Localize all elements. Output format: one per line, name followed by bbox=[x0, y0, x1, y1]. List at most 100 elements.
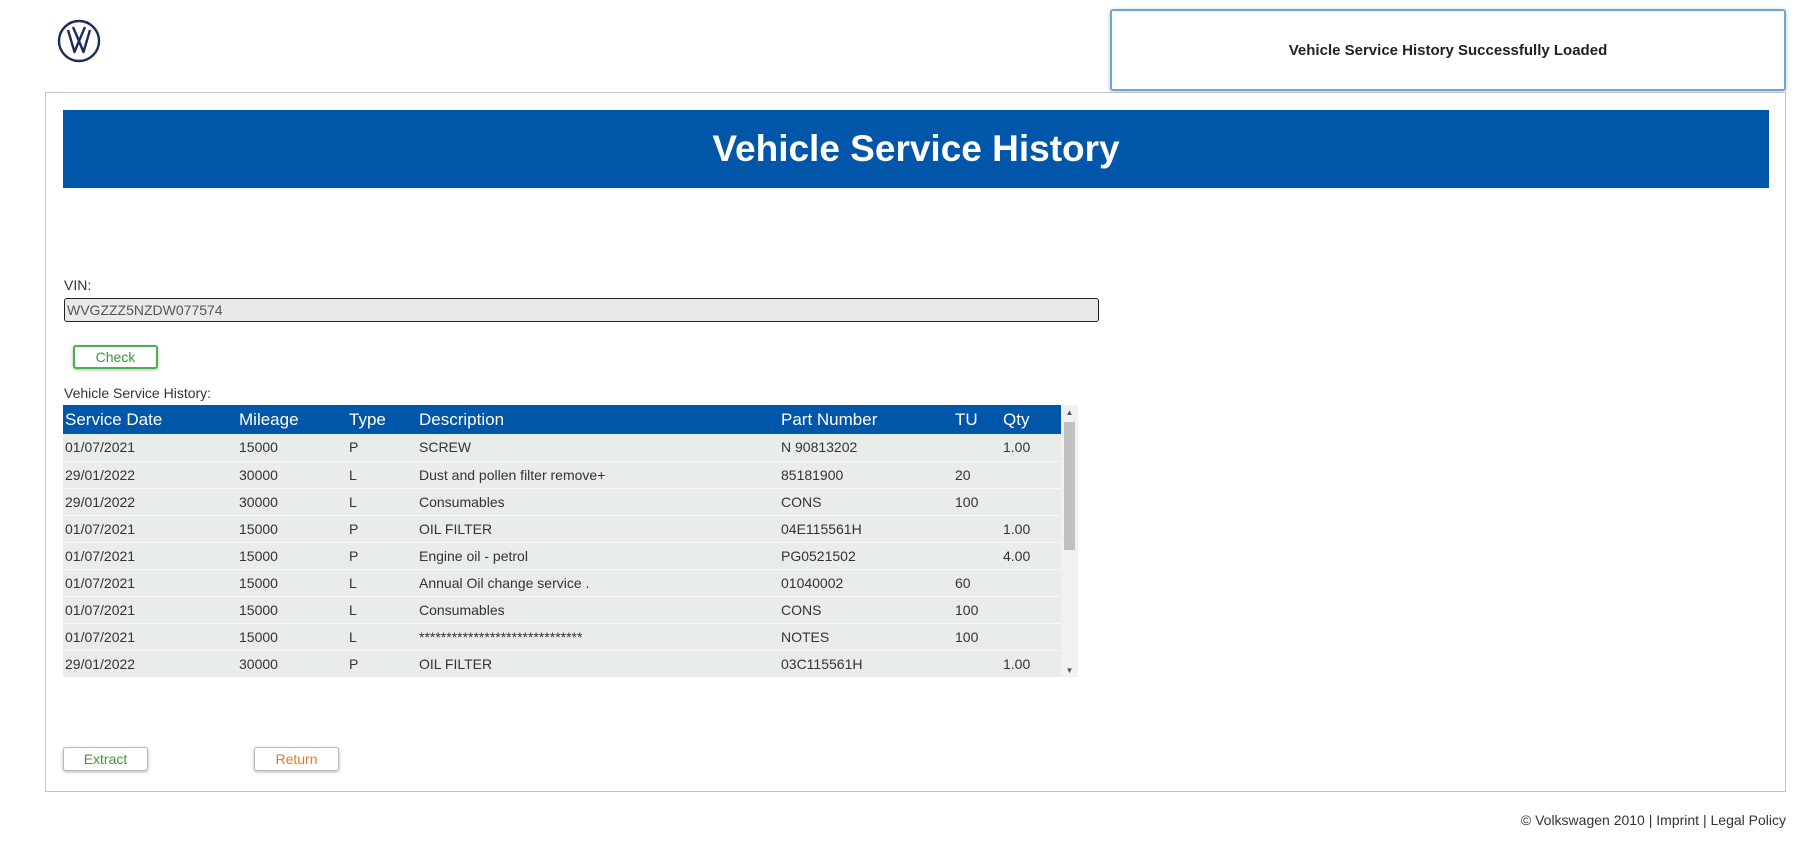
cell-description: Engine oil - petrol bbox=[419, 547, 528, 564]
cell-service-date: 29/01/2022 bbox=[65, 655, 136, 672]
extract-button[interactable]: Extract bbox=[63, 747, 148, 771]
vw-logo-icon[interactable] bbox=[57, 19, 101, 63]
table-row[interactable]: 29/01/2022 30000 L Consumables CONS 100 bbox=[63, 488, 1061, 515]
table-row[interactable]: 01/07/2021 15000 L *********************… bbox=[63, 623, 1061, 650]
imprint-link[interactable]: Imprint bbox=[1656, 812, 1699, 828]
cell-tu bbox=[953, 542, 1001, 569]
cell-type: P bbox=[349, 439, 359, 456]
cell-service-date: 01/07/2021 bbox=[65, 574, 136, 591]
success-notification: Vehicle Service History Successfully Loa… bbox=[1110, 9, 1786, 91]
cell-part-number: CONS bbox=[781, 601, 822, 618]
cell-part-number: 03C115561H bbox=[781, 655, 863, 672]
scroll-up-arrow-icon[interactable]: ▲ bbox=[1061, 405, 1078, 419]
cell-part-number: NOTES bbox=[781, 628, 830, 645]
table-row[interactable]: 01/07/2021 15000 P SCREW N 90813202 1.00 bbox=[63, 434, 1061, 461]
column-header-qty[interactable]: Qty bbox=[1001, 405, 1061, 434]
table-row[interactable]: 01/07/2021 15000 P OIL FILTER 04E115561H… bbox=[63, 515, 1061, 542]
cell-service-date: 01/07/2021 bbox=[65, 628, 136, 645]
cell-tu: 100 bbox=[955, 493, 979, 510]
cell-qty bbox=[1001, 569, 1061, 596]
cell-qty bbox=[1001, 623, 1061, 650]
footer: © Volkswagen 2010 | Imprint | Legal Poli… bbox=[1521, 812, 1786, 828]
cell-tu bbox=[953, 434, 1001, 461]
notification-message: Vehicle Service History Successfully Loa… bbox=[1288, 41, 1608, 59]
cell-qty: 4.00 bbox=[1003, 547, 1031, 564]
table-row[interactable]: 01/07/2021 15000 P Engine oil - petrol P… bbox=[63, 542, 1061, 569]
cell-tu: 60 bbox=[955, 574, 971, 591]
cell-qty: 1.00 bbox=[1003, 439, 1031, 456]
cell-type: P bbox=[349, 655, 359, 672]
cell-type: P bbox=[349, 547, 359, 564]
cell-description: Consumables bbox=[419, 601, 505, 618]
cell-qty bbox=[1001, 461, 1061, 488]
cell-tu: 100 bbox=[955, 601, 979, 618]
cell-type: L bbox=[349, 628, 357, 645]
cell-qty: 1.00 bbox=[1003, 520, 1031, 537]
scroll-down-arrow-icon[interactable]: ▼ bbox=[1061, 663, 1078, 677]
service-history-label: Vehicle Service History: bbox=[64, 385, 212, 401]
cell-service-date: 01/07/2021 bbox=[65, 439, 136, 456]
cell-tu bbox=[953, 650, 1001, 677]
cell-part-number: 04E115561H bbox=[781, 520, 862, 537]
cell-mileage: 15000 bbox=[239, 520, 278, 537]
legal-policy-link[interactable]: Legal Policy bbox=[1711, 812, 1787, 828]
column-header-part-number[interactable]: Part Number bbox=[779, 405, 953, 434]
cell-description: Annual Oil change service . bbox=[419, 574, 590, 591]
cell-mileage: 30000 bbox=[239, 493, 278, 510]
column-header-description[interactable]: Description bbox=[417, 405, 779, 434]
cell-mileage: 15000 bbox=[239, 601, 278, 618]
cell-mileage: 15000 bbox=[239, 628, 278, 645]
cell-description: Consumables bbox=[419, 493, 505, 510]
cell-part-number: N 90813202 bbox=[781, 439, 858, 456]
column-header-type[interactable]: Type bbox=[347, 405, 417, 434]
service-history-table-container[interactable]: Service Date Mileage Type Description Pa… bbox=[63, 405, 1078, 677]
table-row[interactable]: 01/07/2021 15000 L Consumables CONS 100 bbox=[63, 596, 1061, 623]
cell-mileage: 15000 bbox=[239, 547, 278, 564]
cell-type: L bbox=[349, 466, 357, 483]
cell-service-date: 01/07/2021 bbox=[65, 547, 136, 564]
cell-description: Dust and pollen filter remove+ bbox=[419, 466, 606, 483]
service-history-table: Service Date Mileage Type Description Pa… bbox=[63, 405, 1061, 677]
cell-qty bbox=[1001, 596, 1061, 623]
cell-service-date: 29/01/2022 bbox=[65, 466, 136, 483]
return-button[interactable]: Return bbox=[254, 747, 339, 771]
cell-mileage: 15000 bbox=[239, 439, 278, 456]
scrollbar-thumb[interactable] bbox=[1064, 422, 1075, 550]
page-title-banner: Vehicle Service History bbox=[63, 110, 1769, 188]
cell-type: L bbox=[349, 493, 357, 510]
cell-service-date: 29/01/2022 bbox=[65, 493, 136, 510]
check-button[interactable]: Check bbox=[73, 345, 158, 369]
cell-type: P bbox=[349, 520, 359, 537]
cell-part-number: CONS bbox=[781, 493, 822, 510]
cell-type: L bbox=[349, 601, 357, 618]
cell-part-number: 01040002 bbox=[781, 574, 844, 591]
table-row[interactable]: 29/01/2022 30000 P OIL FILTER 03C115561H… bbox=[63, 650, 1061, 677]
cell-type: L bbox=[349, 574, 357, 591]
table-row[interactable]: 29/01/2022 30000 L Dust and pollen filte… bbox=[63, 461, 1061, 488]
vin-input[interactable] bbox=[64, 298, 1099, 322]
cell-mileage: 15000 bbox=[239, 574, 278, 591]
page-title: Vehicle Service History bbox=[712, 128, 1120, 169]
table-header-row: Service Date Mileage Type Description Pa… bbox=[63, 405, 1061, 434]
cell-mileage: 30000 bbox=[239, 466, 278, 483]
cell-description: SCREW bbox=[419, 439, 472, 456]
copyright-text: © Volkswagen 2010 bbox=[1520, 812, 1645, 828]
footer-separator: | bbox=[1644, 812, 1657, 828]
table-row[interactable]: 01/07/2021 15000 L Annual Oil change ser… bbox=[63, 569, 1061, 596]
main-panel: Vehicle Service History VIN: Check Vehic… bbox=[45, 92, 1786, 792]
table-scrollbar[interactable]: ▲ ▼ bbox=[1061, 405, 1078, 677]
column-header-mileage[interactable]: Mileage bbox=[237, 405, 347, 434]
cell-part-number: 85181900 bbox=[781, 466, 844, 483]
column-header-service-date[interactable]: Service Date bbox=[63, 405, 237, 434]
cell-description: ****************************** bbox=[419, 628, 583, 645]
cell-qty: 1.00 bbox=[1003, 655, 1031, 672]
cell-tu: 20 bbox=[955, 466, 971, 483]
cell-part-number: PG0521502 bbox=[781, 547, 856, 564]
cell-service-date: 01/07/2021 bbox=[65, 520, 136, 537]
cell-qty bbox=[1001, 488, 1061, 515]
cell-tu bbox=[953, 515, 1001, 542]
column-header-tu[interactable]: TU bbox=[953, 405, 1001, 434]
cell-mileage: 30000 bbox=[239, 655, 278, 672]
cell-description: OIL FILTER bbox=[419, 655, 493, 672]
cell-tu: 100 bbox=[955, 628, 979, 645]
